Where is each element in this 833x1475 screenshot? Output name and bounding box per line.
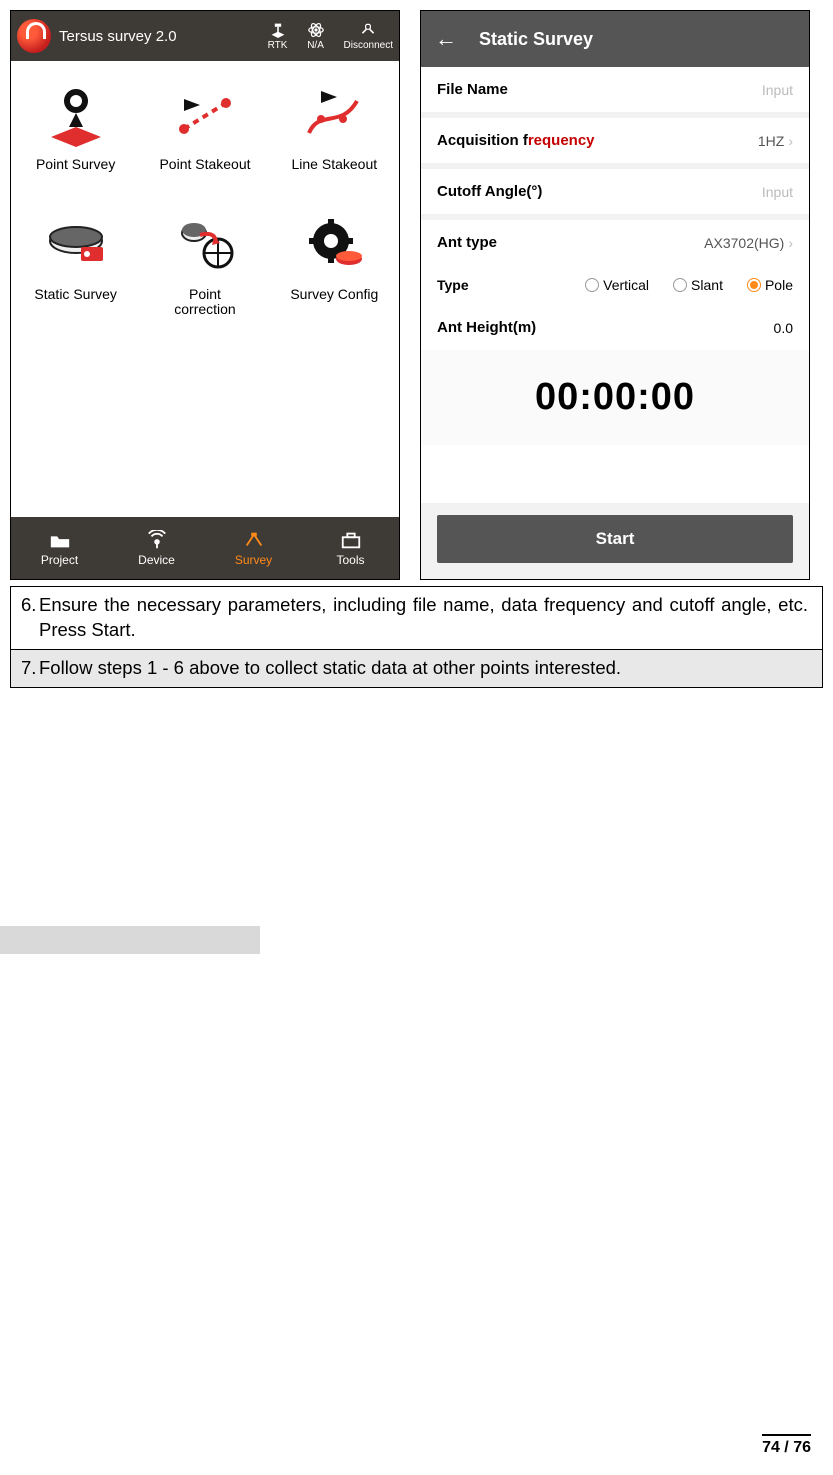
instruction-step-7: 7. Follow steps 1 - 6 above to collect s…: [11, 649, 822, 687]
status-icons: RTK N/A Disconnect: [268, 22, 393, 51]
row-acquisition-frequency[interactable]: Acquisition frequency 1HZ›: [421, 118, 809, 163]
survey-icon: [243, 530, 265, 550]
tile-point-stakeout[interactable]: Point Stakeout: [140, 79, 269, 209]
file-name-value: Input: [762, 82, 793, 98]
tab-survey[interactable]: Survey: [205, 517, 302, 579]
tile-survey-config[interactable]: Survey Config: [270, 209, 399, 339]
chevron-right-icon: ›: [788, 235, 793, 251]
app-header: Tersus survey 2.0 RTK N/A Disconnect: [11, 11, 399, 61]
briefcase-icon: [340, 530, 362, 550]
tile-label: Static Survey: [34, 287, 116, 302]
point-correction-icon: [170, 209, 240, 279]
status-na[interactable]: N/A: [306, 22, 326, 51]
app-title: Tersus survey 2.0: [59, 28, 268, 45]
row-ant-height[interactable]: Ant Height(m) 0.0: [421, 305, 809, 350]
status-disconnect[interactable]: Disconnect: [344, 22, 393, 51]
cutoff-value: Input: [762, 184, 793, 200]
phone-static-survey: ← Static Survey File Name Input Acquisit…: [420, 10, 810, 580]
acq-freq-value: 1HZ›: [758, 133, 793, 149]
chevron-right-icon: ›: [788, 133, 793, 149]
point-survey-icon: [41, 79, 111, 149]
redaction-strip: [0, 926, 260, 954]
antenna-icon: [146, 530, 168, 550]
static-survey-icon: [41, 209, 111, 279]
tile-label: Line Stakeout: [292, 157, 378, 172]
tile-line-stakeout[interactable]: Line Stakeout: [270, 79, 399, 209]
tile-label: Point Survey: [36, 157, 115, 172]
folder-icon: [49, 530, 71, 550]
atom-icon: [306, 22, 326, 38]
row-type: Type Vertical Slant Pole: [421, 265, 809, 305]
tile-point-correction[interactable]: Point correction: [140, 209, 269, 339]
radio-vertical[interactable]: Vertical: [585, 277, 649, 293]
screen-title: Static Survey: [479, 29, 593, 50]
row-file-name[interactable]: File Name Input: [421, 67, 809, 112]
row-ant-type[interactable]: Ant type AX3702(HG)›: [421, 220, 809, 265]
survey-tiles-grid: Point Survey Point Stakeout Line Stakeou…: [11, 61, 399, 517]
tab-device[interactable]: Device: [108, 517, 205, 579]
tab-project[interactable]: Project: [11, 517, 108, 579]
tile-static-survey[interactable]: Static Survey: [11, 209, 140, 339]
back-button[interactable]: ←: [435, 26, 457, 52]
app-logo-icon: [17, 19, 51, 53]
rtk-icon: [268, 22, 288, 38]
file-name-label: File Name: [437, 81, 762, 98]
tile-label: Point Stakeout: [159, 157, 250, 172]
cutoff-label: Cutoff Angle(°): [437, 183, 762, 200]
tile-label: Point correction: [174, 287, 235, 318]
timer-display: 00:00:00: [421, 350, 809, 445]
row-cutoff-angle[interactable]: Cutoff Angle(°) Input: [421, 169, 809, 214]
bottom-tabs: Project Device Survey Tools: [11, 517, 399, 579]
type-label: Type: [437, 277, 561, 293]
screen-header: ← Static Survey: [421, 11, 809, 67]
survey-config-icon: [299, 209, 369, 279]
line-stakeout-icon: [299, 79, 369, 149]
ant-type-value: AX3702(HG)›: [704, 235, 793, 251]
instruction-table: 6. Ensure the necessary parameters, incl…: [10, 586, 823, 688]
ant-height-label: Ant Height(m): [437, 319, 774, 336]
ant-height-value: 0.0: [774, 320, 793, 336]
ant-type-label: Ant type: [437, 234, 704, 251]
page-number: 74 / 76: [762, 1434, 811, 1457]
point-stakeout-icon: [170, 79, 240, 149]
tile-label: Survey Config: [290, 287, 378, 302]
acq-freq-label: Acquisition frequency: [437, 132, 758, 149]
tile-point-survey[interactable]: Point Survey: [11, 79, 140, 209]
radio-pole[interactable]: Pole: [747, 277, 793, 293]
instruction-step-6: 6. Ensure the necessary parameters, incl…: [11, 586, 822, 649]
start-button[interactable]: Start: [437, 515, 793, 563]
tab-tools[interactable]: Tools: [302, 517, 399, 579]
status-rtk[interactable]: RTK: [268, 22, 288, 51]
disconnect-icon: [358, 22, 378, 38]
phone-survey-menu: Tersus survey 2.0 RTK N/A Disconnect: [10, 10, 400, 580]
radio-slant[interactable]: Slant: [673, 277, 723, 293]
